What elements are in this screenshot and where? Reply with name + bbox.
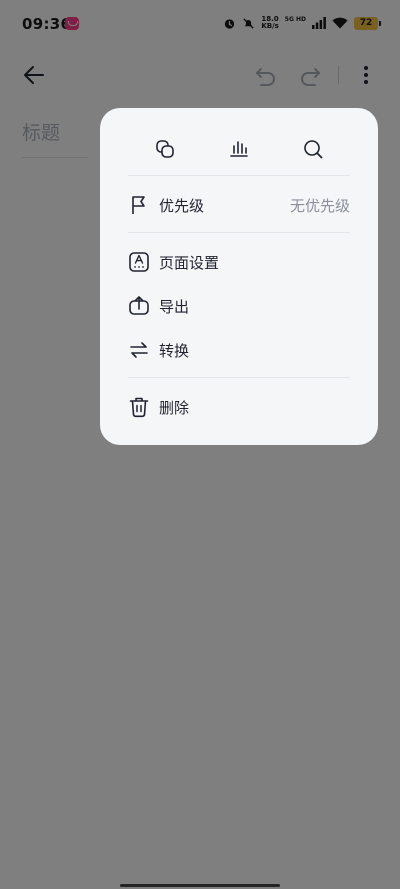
search-button[interactable] (300, 136, 326, 162)
priority-label: 优先级 (159, 196, 205, 215)
delete-label: 删除 (159, 398, 190, 417)
copy-icon (156, 140, 174, 158)
menu-quick-actions (100, 132, 378, 164)
menu-item-delete[interactable]: 删除 (128, 389, 350, 425)
page-settings-label: 页面设置 (159, 253, 220, 272)
flag-icon (128, 194, 150, 216)
more-options-menu: 优先级 无优先级 页面设置 导出 转换 删除 (100, 108, 378, 445)
page-settings-icon (128, 251, 150, 273)
menu-divider (128, 377, 350, 378)
menu-item-export[interactable]: 导出 (128, 288, 350, 324)
priority-value: 无优先级 (289, 196, 350, 215)
menu-divider (128, 232, 350, 233)
menu-item-convert[interactable]: 转换 (128, 332, 350, 368)
menu-divider (128, 175, 350, 176)
menu-item-page-settings[interactable]: 页面设置 (128, 244, 350, 280)
copy-button[interactable] (152, 136, 178, 162)
convert-icon (128, 339, 150, 361)
stats-icon (230, 141, 248, 157)
export-icon (128, 295, 150, 317)
convert-label: 转换 (159, 341, 190, 360)
stats-button[interactable] (226, 136, 252, 162)
search-icon (304, 140, 323, 159)
trash-icon (128, 396, 150, 418)
menu-item-priority[interactable]: 优先级 无优先级 (128, 187, 350, 223)
export-label: 导出 (159, 297, 190, 316)
